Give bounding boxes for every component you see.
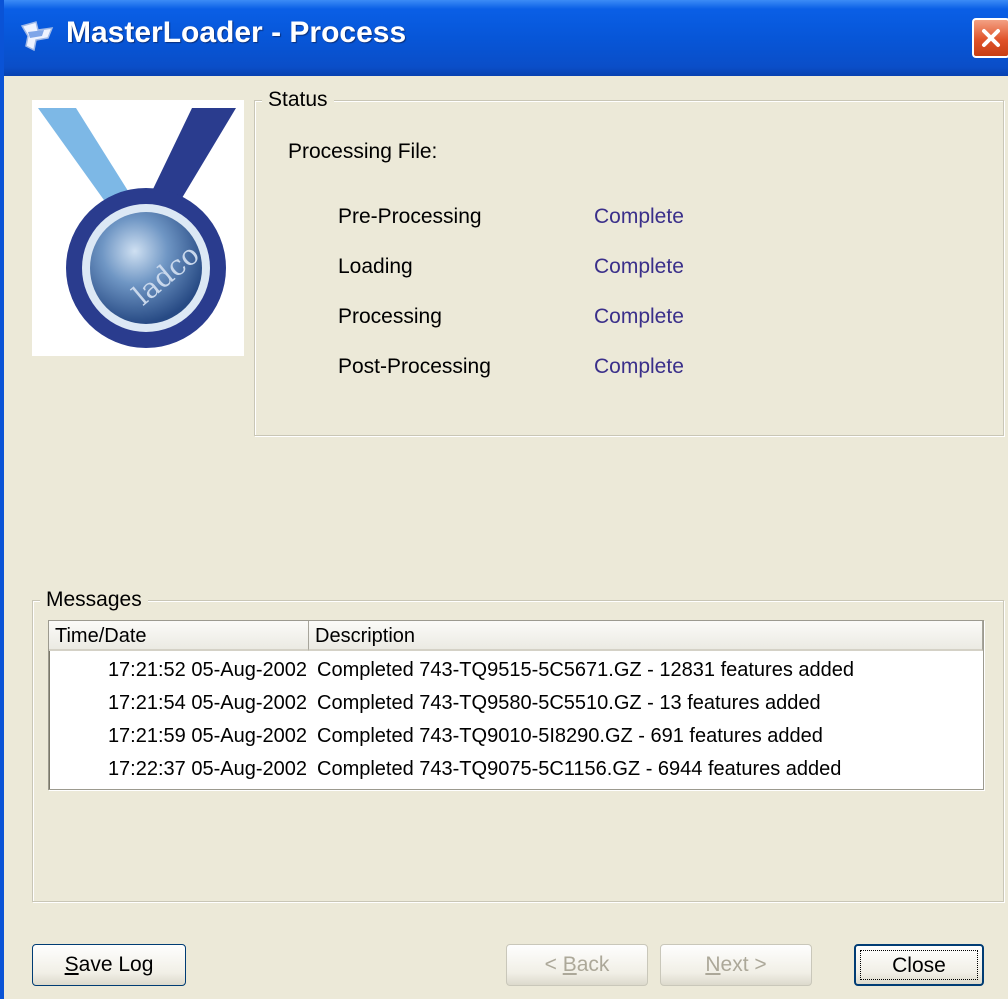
back-button[interactable]: < Back bbox=[506, 944, 648, 986]
row-description: Completed 743-TQ9580-5C5510.GZ - 13 feat… bbox=[317, 692, 821, 714]
save-log-mnemonic: S bbox=[64, 953, 79, 976]
row-description: Completed 743-TQ9010-5I8290.GZ - 691 fea… bbox=[317, 725, 823, 747]
back-label: ack bbox=[576, 953, 610, 976]
row-time: 17:22:37 05-Aug-2002 bbox=[107, 758, 307, 780]
close-button[interactable]: Close bbox=[854, 944, 984, 986]
stage-status: Complete bbox=[594, 305, 684, 328]
save-log-button[interactable]: Save Log bbox=[32, 944, 186, 986]
focus-rectangle bbox=[860, 950, 978, 980]
back-mnemonic: B bbox=[562, 953, 577, 976]
logo-graphic: ladco bbox=[38, 108, 236, 348]
window-title: MasterLoader - Process bbox=[66, 16, 407, 49]
column-header-description[interactable]: Description bbox=[309, 621, 983, 651]
row-description: Completed 743-TQ9515-5C5671.GZ - 12831 f… bbox=[317, 659, 855, 681]
company-logo: ladco bbox=[32, 100, 244, 356]
back-prefix: < bbox=[544, 953, 563, 976]
save-log-label: ave Log bbox=[78, 953, 154, 976]
stage-label: Post-Processing bbox=[338, 355, 491, 378]
next-button[interactable]: Next > bbox=[660, 944, 812, 986]
stage-status: Complete bbox=[594, 205, 684, 228]
row-time: 17:21:52 05-Aug-2002 bbox=[107, 659, 307, 681]
stage-status: Complete bbox=[594, 255, 684, 278]
table-row[interactable]: 17:22:37 05-Aug-2002 Completed 743-TQ907… bbox=[49, 753, 983, 785]
table-row[interactable]: 17:21:59 05-Aug-2002 Completed 743-TQ901… bbox=[49, 720, 983, 752]
status-legend: Status bbox=[262, 88, 334, 112]
row-time: 17:21:59 05-Aug-2002 bbox=[107, 725, 307, 747]
stage-label: Processing bbox=[338, 305, 442, 328]
processing-file-label: Processing File: bbox=[288, 140, 438, 163]
stage-label: Loading bbox=[338, 255, 413, 278]
row-time: 17:21:54 05-Aug-2002 bbox=[107, 692, 307, 714]
next-mnemonic: N bbox=[705, 953, 721, 976]
messages-legend: Messages bbox=[40, 588, 148, 612]
table-row[interactable]: 17:21:52 05-Aug-2002 Completed 743-TQ951… bbox=[49, 654, 983, 686]
app-icon bbox=[20, 21, 54, 52]
row-description: Completed 743-TQ9075-5C1156.GZ - 6944 fe… bbox=[317, 758, 842, 780]
column-header-time[interactable]: Time/Date bbox=[49, 621, 309, 651]
title-bar[interactable]: MasterLoader - Process bbox=[4, 0, 1008, 76]
stage-label: Pre-Processing bbox=[338, 205, 482, 228]
masterloader-window: MasterLoader - Process ladco Status Proc… bbox=[0, 0, 1008, 999]
messages-list[interactable]: Time/Date Description 17:21:52 05-Aug-20… bbox=[48, 620, 984, 790]
next-label: ext > bbox=[720, 953, 767, 976]
close-window-icon[interactable] bbox=[972, 18, 1008, 58]
list-header: Time/Date Description bbox=[49, 621, 983, 651]
table-row[interactable]: 17:21:54 05-Aug-2002 Completed 743-TQ958… bbox=[49, 687, 983, 719]
stage-status: Complete bbox=[594, 355, 684, 378]
